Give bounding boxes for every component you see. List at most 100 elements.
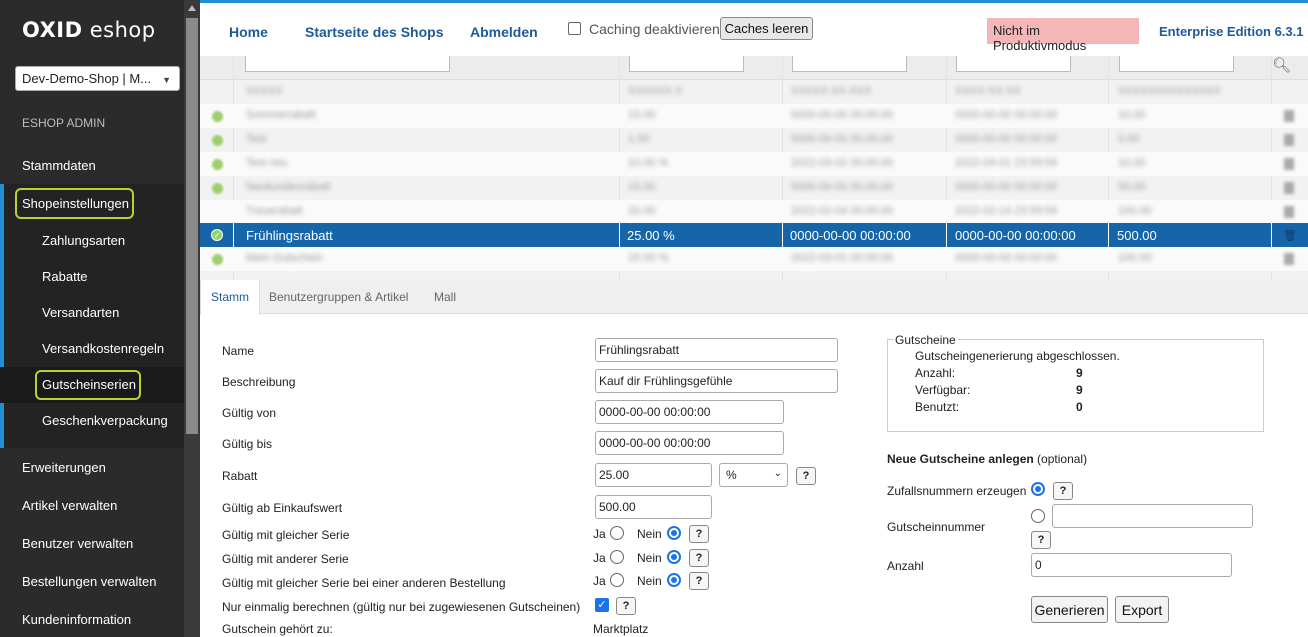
trash-icon[interactable]: [1284, 158, 1294, 170]
table-row[interactable]: Mein Gutschein 15.00 % 2022-03-01 00:00:…: [200, 247, 1308, 271]
help-gleiche-serie-button[interactable]: ?: [689, 525, 709, 543]
label-gehoert-zu: Gutschein gehört zu:: [222, 622, 333, 636]
help-gutscheinnummer-button[interactable]: ?: [1031, 531, 1051, 549]
label-gueltig-von: Gültig von: [222, 406, 277, 420]
gutscheinnummer-radio[interactable]: [1031, 509, 1045, 523]
shop-select[interactable]: Dev-Demo-Shop | M... ▼: [15, 66, 180, 91]
nav-abmelden[interactable]: Abmelden: [470, 24, 538, 40]
gleiche-serie-ja-radio[interactable]: [610, 526, 624, 540]
edition-label: Enterprise Edition 6.3.1: [1159, 24, 1304, 39]
filter-discount-input[interactable]: [629, 56, 744, 72]
andere-bestellung-nein-radio[interactable]: [667, 573, 681, 587]
active-check-icon: ✓: [211, 229, 223, 241]
label-name: Name: [222, 344, 255, 358]
scrollbar-thumb[interactable]: [186, 18, 198, 434]
filter-to-input[interactable]: [956, 56, 1071, 72]
beschreibung-field[interactable]: Kauf dir Frühlingsgefühle: [595, 369, 838, 393]
gehoert-zu-value: Marktplatz: [593, 622, 649, 636]
sidebar-item-rabatte[interactable]: Rabatte: [42, 269, 88, 284]
table-row[interactable]: XXXXX XXXXXX.X XXXXX-XX-XXX XXXX-XX-XX X…: [200, 80, 1308, 104]
anzahl-value: 9: [1076, 366, 1083, 380]
generieren-button[interactable]: Generieren: [1031, 596, 1108, 623]
trash-icon[interactable]: 🗑︎: [1283, 229, 1297, 242]
sidebar-item-geschenkverpackung[interactable]: Geschenkverpackung: [42, 413, 168, 428]
tab-stamm[interactable]: Stamm: [200, 280, 261, 315]
sidebar-item-versandkostenregeln[interactable]: Versandkostenregeln: [42, 341, 164, 356]
anzahl-field[interactable]: 0: [1031, 553, 1232, 577]
help-andere-serie-button[interactable]: ?: [689, 549, 709, 567]
trash-icon[interactable]: [1284, 206, 1294, 218]
sidebar-item-versandarten[interactable]: Versandarten: [42, 305, 119, 320]
caches-leeren-button[interactable]: Caches leeren: [720, 17, 813, 40]
search-icon[interactable]: 🔍︎: [1272, 56, 1291, 74]
menu-stammdaten[interactable]: Stammdaten: [0, 158, 184, 178]
rabatt-type-select[interactable]: % ⌄: [719, 463, 788, 487]
andere-serie-ja-radio[interactable]: [610, 550, 624, 564]
table-row[interactable]: Sommerrabatt 15.00 0000-00-00 00:00:00 0…: [200, 104, 1308, 128]
sidebar: OXID eshop Dev-Demo-Shop | M... ▼ ESHOP …: [0, 0, 200, 637]
chevron-down-icon: ⌄: [773, 468, 782, 479]
help-andere-bestellung-button[interactable]: ?: [689, 572, 709, 590]
table-row[interactable]: Neukundenrabatt 15.00 0000-00-00 00:00:0…: [200, 176, 1308, 200]
einkaufswert-field[interactable]: 500.00: [595, 495, 712, 519]
andere-serie-nein-radio[interactable]: [667, 550, 681, 564]
label-andere-serie: Gültig mit anderer Serie: [222, 552, 349, 566]
nav-startseite[interactable]: Startseite des Shops: [305, 24, 444, 40]
voucher-series-list: 🔍︎ XXXXX XXXXXX.X XXXXX-XX-XXX XXXX-XX-X…: [200, 56, 1308, 280]
scroll-up-arrow-icon[interactable]: [188, 5, 196, 11]
tab-mall[interactable]: Mall: [424, 280, 466, 314]
verfuegbar-label: Verfügbar:: [915, 383, 971, 397]
nein-label: Nein: [637, 551, 662, 565]
eshop-admin-label: ESHOP ADMIN: [22, 116, 106, 130]
label-rabatt: Rabatt: [222, 469, 258, 483]
verfuegbar-value: 9: [1076, 383, 1083, 397]
help-rabatt-button[interactable]: ?: [796, 467, 816, 485]
einmalig-checkbox[interactable]: ✓: [595, 598, 609, 612]
trash-icon[interactable]: [1284, 182, 1294, 194]
neue-gutscheine-title: Neue Gutscheine anlegen (optional): [887, 452, 1088, 466]
filter-row: 🔍︎: [200, 56, 1308, 80]
zufall-label: Zufallsnummern erzeugen: [887, 484, 1027, 498]
rabatt-field[interactable]: 25.00: [595, 463, 712, 487]
detail-tabs: Stamm Benutzergruppen & Artikel Mall: [200, 280, 1308, 315]
help-einmalig-button[interactable]: ?: [616, 597, 636, 615]
zufall-radio[interactable]: [1031, 482, 1045, 496]
andere-bestellung-ja-radio[interactable]: [610, 573, 624, 587]
trash-icon[interactable]: [1284, 134, 1294, 146]
table-row[interactable]: Treuerabatt 20.00 2022-02-04 00:00:00 20…: [200, 200, 1308, 224]
table-row[interactable]: Test neu 10.00 % 2022-03-02 00:00:00 202…: [200, 152, 1308, 176]
filter-min-input[interactable]: [1119, 56, 1234, 72]
anzahl-label: Anzahl:: [915, 366, 956, 380]
sidebar-item-zahlungsarten[interactable]: Zahlungsarten: [42, 233, 125, 248]
help-zufall-button[interactable]: ?: [1053, 482, 1073, 500]
row-discount: 25.00 %: [627, 228, 675, 243]
menu-shopeinstellungen[interactable]: Shopeinstellungen: [0, 196, 184, 216]
oxid-logo: OXID eshop: [22, 18, 156, 42]
gueltig-bis-field[interactable]: 0000-00-00 00:00:00: [595, 431, 784, 455]
table-row-selected[interactable]: ✓ Frühlingsrabatt 25.00 % 0000-00-00 00:…: [200, 223, 1308, 247]
caching-checkbox[interactable]: [568, 22, 581, 35]
filter-from-input[interactable]: [792, 56, 907, 72]
shop-select-value: Dev-Demo-Shop | M...: [22, 71, 152, 86]
sidebar-scrollbar[interactable]: [184, 0, 200, 637]
sidebar-item-gutscheinserien[interactable]: Gutscheinserien: [42, 377, 136, 392]
gutscheinnummer-label: Gutscheinnummer: [887, 520, 986, 534]
trash-icon[interactable]: [1284, 253, 1294, 265]
gutscheinnummer-field[interactable]: [1052, 504, 1253, 528]
row-name: Frühlingsrabatt: [246, 228, 333, 243]
label-gueltig-bis: Gültig bis: [222, 437, 273, 451]
rabatt-type-value: %: [726, 468, 737, 482]
table-row[interactable]: Test 1.00 0000-00-00 00:00:00 0000-00-00…: [200, 128, 1308, 152]
filter-name-input[interactable]: [245, 56, 450, 72]
ja-label: Ja: [593, 574, 606, 588]
export-button[interactable]: Export: [1115, 596, 1169, 623]
nav-home[interactable]: Home: [229, 24, 268, 40]
row-valid-from: 0000-00-00 00:00:00: [790, 228, 911, 243]
gueltig-von-field[interactable]: 0000-00-00 00:00:00: [595, 400, 784, 424]
generation-status: Gutscheingenerierung abgeschlossen.: [915, 349, 1120, 363]
name-field[interactable]: Frühlingsrabatt: [595, 338, 838, 362]
tab-benutzergruppen[interactable]: Benutzergruppen & Artikel: [259, 280, 418, 314]
trash-icon[interactable]: [1284, 110, 1294, 122]
benutzt-value: 0: [1076, 400, 1083, 414]
gleiche-serie-nein-radio[interactable]: [667, 526, 681, 540]
